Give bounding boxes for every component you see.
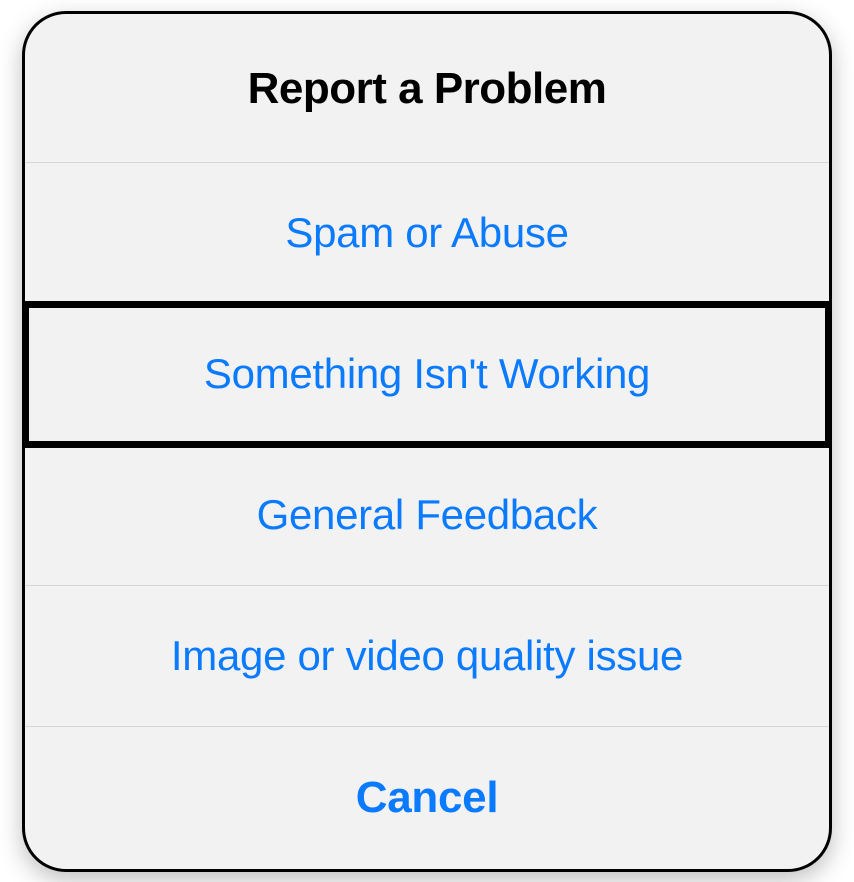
option-image-video-quality[interactable]: Image or video quality issue <box>25 586 829 727</box>
option-general-feedback[interactable]: General Feedback <box>25 445 829 586</box>
cancel-button[interactable]: Cancel <box>25 727 829 869</box>
option-something-isnt-working[interactable]: Something Isn't Working <box>25 304 829 445</box>
dialog-header: Report a Problem <box>25 14 829 163</box>
option-spam-or-abuse[interactable]: Spam or Abuse <box>25 163 829 304</box>
action-sheet: Report a Problem Spam or Abuse Something… <box>22 11 832 872</box>
dialog-title: Report a Problem <box>45 64 809 114</box>
